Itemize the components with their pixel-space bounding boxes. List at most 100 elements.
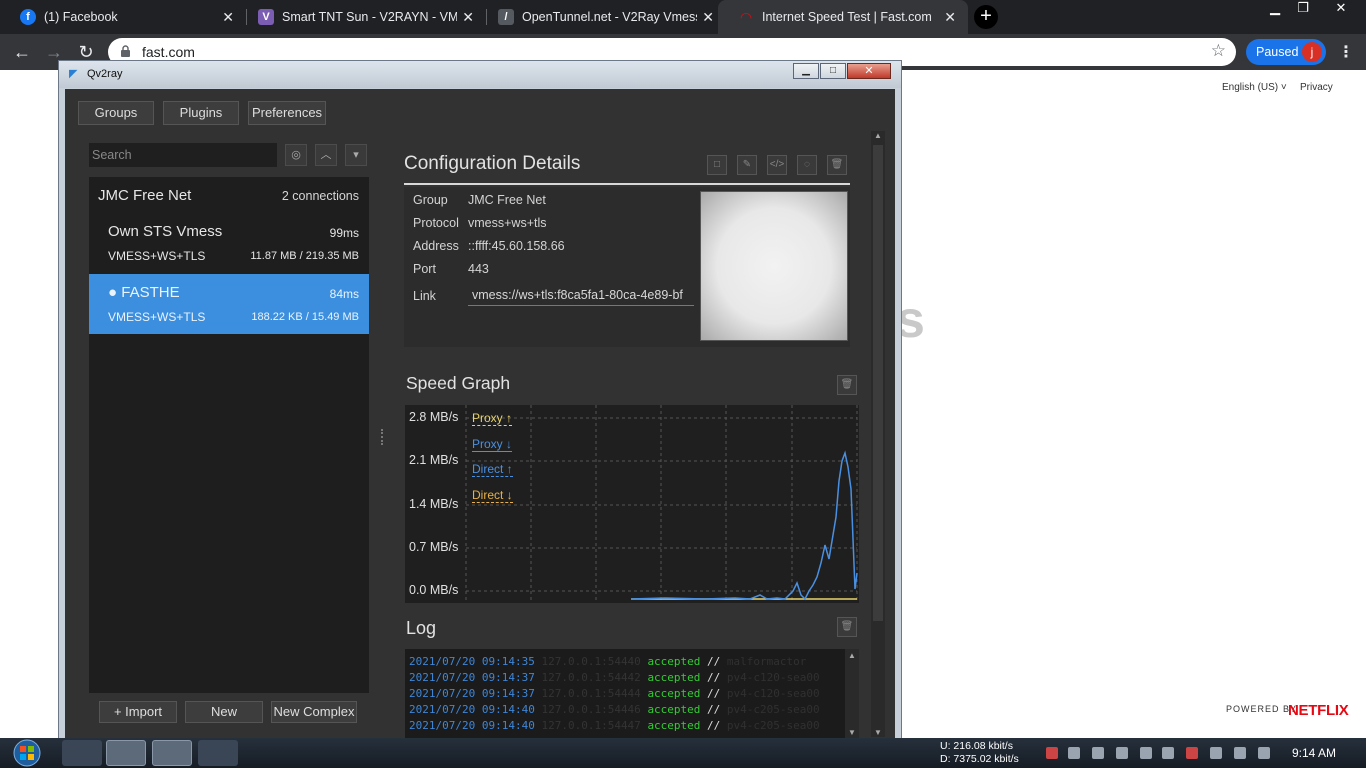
minimize-icon[interactable]: ▁ xyxy=(793,63,819,79)
tray-app-icon[interactable] xyxy=(1092,747,1104,759)
tab-smart-tnt[interactable]: V Smart TNT Sun - V2RAYN - VMES ✕ xyxy=(238,0,486,34)
netflix-logo[interactable]: NETFLIX xyxy=(1288,702,1349,719)
tab-opentunnel[interactable]: / OpenTunnel.net - V2Ray Vmess S ✕ xyxy=(478,0,726,34)
clear-graph-icon[interactable]: 🗑 xyxy=(837,375,857,395)
port-label: Port xyxy=(413,262,436,276)
language-selector[interactable]: English (US) ˅ xyxy=(1222,82,1287,93)
connection-latency: 84ms xyxy=(329,287,359,301)
log-line: 2021/07/20 09:14:40 127.0.0.1:54447 acce… xyxy=(409,719,820,732)
new-complex-button[interactable]: New Complex xyxy=(271,701,357,723)
profile-button[interactable]: Paused j xyxy=(1246,39,1326,65)
tray-alert-icon[interactable] xyxy=(1046,747,1058,759)
tray-sync-icon[interactable] xyxy=(1140,747,1152,759)
qv2ray-window: ◤ Qv2ray ▁ □ ✕ Groups Plugins Preference… xyxy=(58,60,902,741)
restore-icon[interactable]: ❐ xyxy=(1288,0,1318,18)
group-name[interactable]: JMC Free Net xyxy=(98,187,191,204)
window-titlebar[interactable]: ◤ Qv2ray ▁ □ ✕ xyxy=(59,61,901,88)
locate-icon[interactable]: ◎ xyxy=(285,144,307,166)
profile-status: Paused xyxy=(1256,45,1299,59)
taskbar: U: 216.08 kbit/s D: 7375.02 kbit/s 9:14 … xyxy=(0,738,1366,768)
window-title: Qv2ray xyxy=(87,68,123,80)
close-tab-icon[interactable]: ✕ xyxy=(222,9,234,26)
legend-direct-down[interactable]: Direct ↓ xyxy=(472,488,513,503)
close-tab-icon[interactable]: ✕ xyxy=(462,9,474,26)
connection-list: JMC Free Net 2 connections Own STS Vmess… xyxy=(89,177,369,693)
log-scrollbar[interactable]: ▲ ▼ xyxy=(845,649,859,739)
speed-graph: 2.8 MB/s 2.1 MB/s 1.4 MB/s 0.7 MB/s 0.0 … xyxy=(405,405,859,603)
maximize-icon[interactable]: □ xyxy=(820,63,846,79)
group-label: Group xyxy=(413,193,448,207)
minimize-icon[interactable]: ▁ xyxy=(1260,0,1290,18)
tab-facebook[interactable]: f (1) Facebook ✕ xyxy=(0,0,246,34)
close-window-icon[interactable]: ✕ xyxy=(1326,0,1356,18)
scroll-down-icon[interactable]: ▼ xyxy=(874,728,882,737)
reload-icon[interactable]: ↻ xyxy=(76,42,96,62)
y-axis-tick: 2.8 MB/s xyxy=(409,410,459,424)
bookmark-star-icon[interactable]: ☆ xyxy=(1211,41,1226,61)
group-value: JMC Free Net xyxy=(468,193,546,207)
panel-splitter[interactable] xyxy=(381,429,383,445)
scroll-down-icon[interactable]: ▼ xyxy=(848,728,856,737)
code-icon[interactable]: </> xyxy=(767,155,787,175)
chrome-taskbar-icon[interactable] xyxy=(106,740,146,766)
tray-flag-icon[interactable] xyxy=(1186,747,1198,759)
file-explorer-icon[interactable] xyxy=(62,740,102,766)
config-details-panel: Group JMC Free Net Protocol vmess+ws+tls… xyxy=(404,187,850,347)
legend-proxy-up[interactable]: Proxy ↑ xyxy=(472,411,513,426)
tray-network-icon[interactable] xyxy=(1116,747,1128,759)
groups-button[interactable]: Groups xyxy=(78,101,154,125)
connection-item-fasthe[interactable]: ● FASTHE 84ms VMESS+WS+TLS 188.22 KB / 1… xyxy=(89,274,369,334)
preferences-button[interactable]: Preferences xyxy=(248,101,326,125)
connection-name: Own STS Vmess xyxy=(108,223,223,240)
windows-start-icon[interactable] xyxy=(8,738,46,768)
delete-icon[interactable]: 🗑 xyxy=(827,155,847,175)
close-tab-icon[interactable]: ✕ xyxy=(944,9,956,26)
new-button[interactable]: New xyxy=(185,701,263,723)
forward-icon[interactable]: → xyxy=(44,42,64,62)
tray-security-icon[interactable] xyxy=(1162,747,1174,759)
right-panel-scrollbar[interactable]: ▲ ▼ xyxy=(871,131,885,737)
y-axis-tick: 1.4 MB/s xyxy=(409,497,459,511)
duplicate-icon[interactable]: □ xyxy=(707,155,727,175)
chevron-up-icon[interactable]: ︿ xyxy=(315,144,337,166)
vpn-icon: V xyxy=(258,9,274,25)
browser-tab-strip: f (1) Facebook ✕ V Smart TNT Sun - V2RAY… xyxy=(0,0,1366,34)
link-field[interactable]: vmess://ws+tls:f8ca5fa1-80ca-4e89-bf xyxy=(468,284,694,306)
plugins-button[interactable]: Plugins xyxy=(163,101,239,125)
signal-icon[interactable] xyxy=(1234,747,1246,759)
connection-item-own-sts-vmess[interactable]: Own STS Vmess 99ms VMESS+WS+TLS 11.87 MB… xyxy=(89,213,369,273)
chevron-down-icon[interactable]: ▾ xyxy=(345,144,367,166)
clear-log-icon[interactable]: 🗑 xyxy=(837,617,857,637)
protocol-value: vmess+ws+tls xyxy=(468,216,547,230)
volume-icon[interactable] xyxy=(1210,747,1222,759)
back-icon[interactable]: ← xyxy=(12,42,32,62)
clock[interactable]: 9:14 AM xyxy=(1292,746,1336,760)
notepad-taskbar-icon[interactable] xyxy=(198,740,238,766)
log-line: 2021/07/20 09:14:37 127.0.0.1:54444 acce… xyxy=(409,687,820,700)
title-divider xyxy=(404,183,850,185)
tray-usb-icon[interactable] xyxy=(1068,747,1080,759)
search-input[interactable]: Search xyxy=(89,143,277,167)
legend-proxy-down[interactable]: Proxy ↓ xyxy=(472,437,513,452)
scrollbar-thumb[interactable] xyxy=(873,145,883,621)
connection-traffic: 188.22 KB / 15.49 MB xyxy=(251,311,359,323)
scroll-up-icon[interactable]: ▲ xyxy=(848,651,856,660)
share-icon[interactable]: ◌ xyxy=(797,155,817,175)
import-button[interactable]: + Import xyxy=(99,701,177,723)
address-value: ::ffff:45.60.158.66 xyxy=(468,239,565,253)
url-text: fast.com xyxy=(142,44,195,60)
tab-fastcom[interactable]: ◠ Internet Speed Test | Fast.com ✕ xyxy=(718,0,968,34)
address-label: Address xyxy=(413,239,459,253)
legend-direct-up[interactable]: Direct ↑ xyxy=(472,462,513,477)
tray-misc-icon[interactable] xyxy=(1258,747,1270,759)
log-panel[interactable]: 2021/07/20 09:14:35 127.0.0.1:54440 acce… xyxy=(405,649,859,739)
tunnel-icon: / xyxy=(498,9,514,25)
close-window-icon[interactable]: ✕ xyxy=(847,63,891,79)
privacy-link[interactable]: Privacy xyxy=(1300,82,1333,93)
new-tab-button[interactable]: + xyxy=(974,5,998,29)
scroll-up-icon[interactable]: ▲ xyxy=(874,131,882,140)
menu-icon[interactable]: ⋮ xyxy=(1338,42,1354,62)
close-tab-icon[interactable]: ✕ xyxy=(702,9,714,26)
edit-icon[interactable]: ✎ xyxy=(737,155,757,175)
qv2ray-taskbar-icon[interactable] xyxy=(152,740,192,766)
